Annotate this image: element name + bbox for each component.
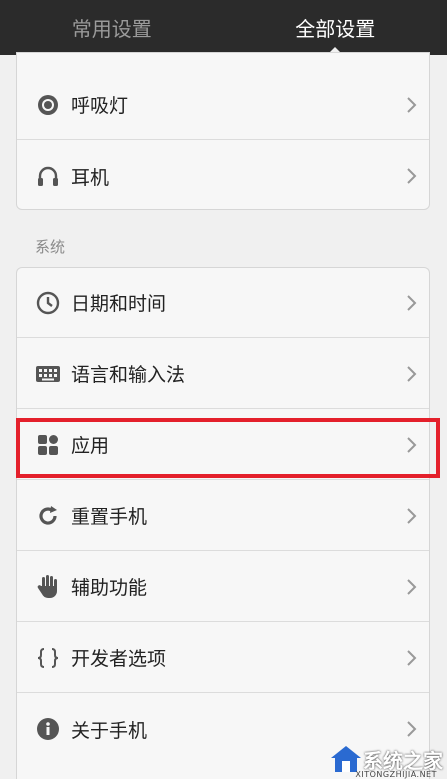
settings-item-accessibility[interactable]: 辅助功能	[17, 552, 429, 622]
settings-item-label: 开发者选项	[71, 648, 167, 670]
chevron-right-icon	[407, 168, 417, 184]
tab-bar: 常用设置 全部设置	[0, 0, 447, 55]
settings-item-apps[interactable]: 应用	[17, 410, 429, 480]
chevron-right-icon	[407, 365, 417, 382]
chevron-right-icon	[407, 436, 417, 453]
apps-icon	[35, 432, 61, 458]
chevron-right-icon	[407, 578, 417, 595]
settings-item-label: 呼吸灯	[71, 95, 129, 117]
settings-item-reset-phone[interactable]: 重置手机	[17, 481, 429, 551]
settings-item-breathing-light[interactable]: 呼吸灯	[17, 70, 429, 140]
chevron-right-icon	[407, 649, 417, 666]
info-icon	[35, 716, 61, 742]
tab-common-settings[interactable]: 常用设置	[0, 0, 224, 55]
settings-item-label: 语言和输入法	[71, 364, 186, 386]
reset-icon	[35, 503, 61, 529]
hand-icon	[35, 574, 61, 600]
settings-group-system: 日期和时间 语言和输入法 应用 重置手机 辅助功能 开发者选项 关于手机	[16, 267, 430, 779]
settings-item-label: 辅助功能	[71, 577, 148, 599]
headphones-icon	[35, 163, 61, 189]
breathing-light-icon	[35, 92, 61, 118]
keyboard-icon	[35, 361, 61, 387]
settings-item-label: 应用	[71, 435, 110, 457]
watermark-subtext: XITONGZHIJIA.NET	[355, 770, 437, 779]
settings-item-headphones[interactable]: 耳机	[17, 141, 429, 209]
settings-group-top: 呼吸灯 耳机	[16, 52, 430, 210]
tab-all-settings[interactable]: 全部设置	[224, 0, 447, 55]
settings-item-date-time[interactable]: 日期和时间	[17, 268, 429, 338]
braces-icon	[35, 645, 61, 671]
chevron-right-icon	[407, 507, 417, 524]
clock-icon	[35, 290, 61, 316]
chevron-right-icon	[407, 721, 417, 737]
settings-item-label: 耳机	[71, 166, 110, 189]
watermark-logo: 系统之家 XITONGZHIJIA.NET	[329, 741, 443, 779]
chevron-right-icon	[407, 294, 417, 311]
section-label-system: 系统	[35, 238, 66, 256]
settings-item-label: 关于手机	[71, 719, 148, 742]
settings-item-label: 日期和时间	[71, 293, 167, 315]
settings-item-language-input[interactable]: 语言和输入法	[17, 339, 429, 409]
settings-item-label: 重置手机	[71, 506, 148, 528]
settings-item-developer-options[interactable]: 开发者选项	[17, 623, 429, 693]
chevron-right-icon	[407, 96, 417, 113]
